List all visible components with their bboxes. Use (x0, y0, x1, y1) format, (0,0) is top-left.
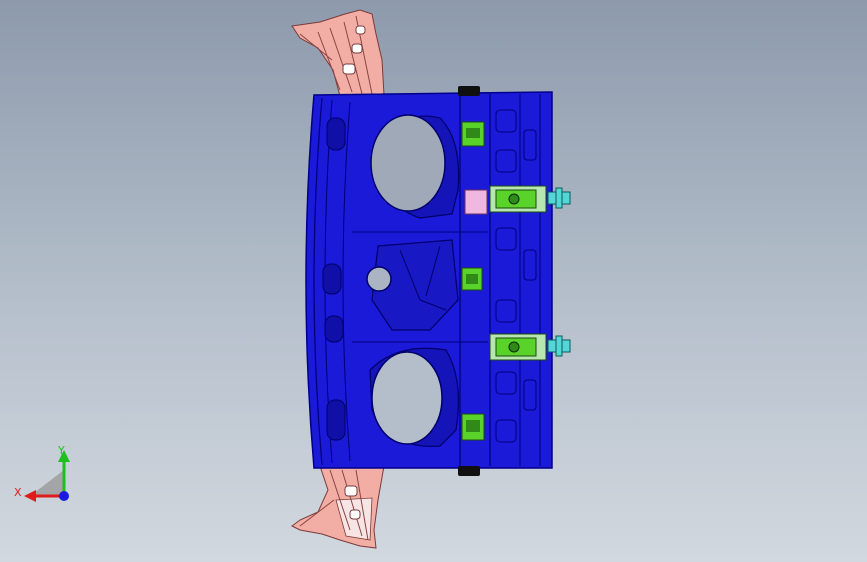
triad-y-label: Y (57, 444, 65, 457)
clamp-middle[interactable] (461, 267, 483, 291)
top-mount-tab (458, 86, 480, 96)
triad-x-arrow (24, 490, 36, 502)
top-bracket[interactable] (291, 9, 385, 98)
triad-z-axis (59, 491, 69, 501)
cad-viewport[interactable]: Y X (0, 0, 867, 562)
main-panel[interactable] (305, 86, 553, 476)
clamp-bottom[interactable] (461, 413, 485, 441)
clamp-top[interactable] (461, 121, 485, 147)
bottom-mount-tab (458, 466, 480, 476)
upper-hole (370, 114, 446, 212)
left-slot-mid (322, 263, 342, 295)
left-slot-low (324, 315, 344, 343)
left-slot-top (326, 117, 346, 151)
orientation-triad[interactable]: Y X (14, 444, 70, 502)
centre-hole (366, 266, 392, 292)
locating-pad[interactable] (464, 189, 488, 215)
pin-unit-lower[interactable] (489, 333, 571, 361)
triad-x-label: X (14, 486, 22, 499)
bottom-bracket[interactable] (291, 465, 385, 549)
pin-unit-upper[interactable] (489, 185, 571, 213)
left-slot-bottom (326, 399, 346, 441)
lower-hole (371, 351, 443, 445)
